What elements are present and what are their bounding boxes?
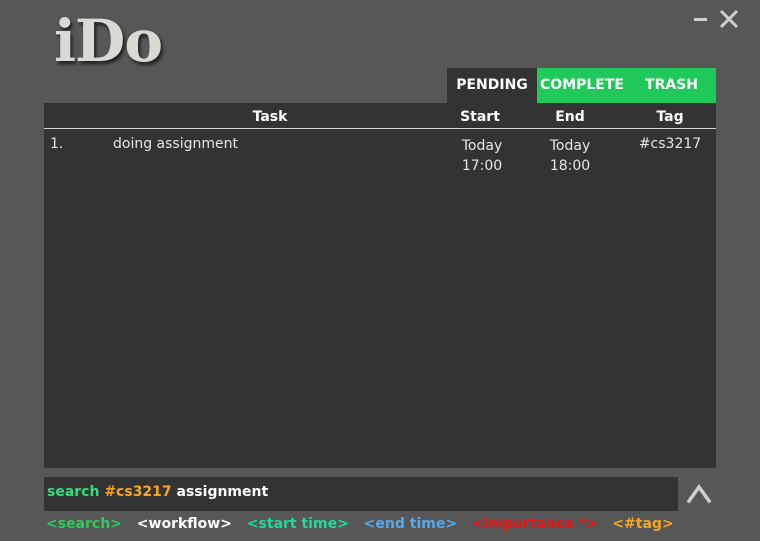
- scroll-up-button[interactable]: [686, 480, 712, 506]
- hint-tag: <#tag>: [612, 516, 674, 532]
- column-header-end[interactable]: End: [530, 109, 610, 125]
- hint-search: <search>: [46, 516, 122, 532]
- close-icon: [719, 9, 739, 29]
- table-row[interactable]: 1. doing assignment Today 17:00 Today 18…: [44, 133, 716, 177]
- close-button[interactable]: [718, 8, 742, 32]
- column-header-start[interactable]: Start: [440, 109, 520, 125]
- hint-end-time: <end time>: [363, 516, 458, 532]
- task-index: 1.: [50, 136, 64, 152]
- tab-complete[interactable]: COMPLETE: [537, 68, 627, 103]
- task-tag: #cs3217: [638, 136, 702, 152]
- task-end: Today 18:00: [530, 136, 610, 176]
- view-tabs: PENDING COMPLETE TRASH: [447, 68, 716, 103]
- minimize-button[interactable]: [693, 8, 709, 32]
- task-start-day: Today: [461, 138, 503, 154]
- command-hints: <search> <workflow> <start time> <end ti…: [46, 516, 684, 532]
- task-start: Today 17:00: [442, 136, 522, 176]
- column-header-task[interactable]: Task: [204, 109, 336, 125]
- tab-trash[interactable]: TRASH: [627, 68, 716, 103]
- task-end-time: 18:00: [549, 158, 591, 174]
- app-window: iDo PENDING COMPLETE TRASH Task Start En…: [0, 0, 760, 541]
- app-logo: iDo: [54, 7, 163, 75]
- command-tag: #cs3217: [104, 484, 172, 500]
- task-table: Task Start End Tag 1. doing assignment T…: [44, 103, 716, 468]
- hint-start-time: <start time>: [246, 516, 349, 532]
- command-input[interactable]: search #cs3217 assignment: [44, 477, 678, 511]
- command-keyword: search: [47, 484, 100, 500]
- chevron-up-icon: [686, 483, 712, 504]
- hint-importance: <importance *>: [471, 516, 598, 532]
- tab-pending[interactable]: PENDING: [447, 68, 537, 103]
- task-start-time: 17:00: [461, 158, 503, 174]
- table-header: Task Start End Tag: [44, 103, 716, 129]
- task-description: doing assignment: [113, 136, 238, 152]
- hint-workflow: <workflow>: [136, 516, 232, 532]
- column-header-tag[interactable]: Tag: [630, 109, 710, 125]
- task-end-day: Today: [549, 138, 591, 154]
- command-text: assignment: [176, 484, 269, 500]
- minimize-icon: [694, 18, 707, 21]
